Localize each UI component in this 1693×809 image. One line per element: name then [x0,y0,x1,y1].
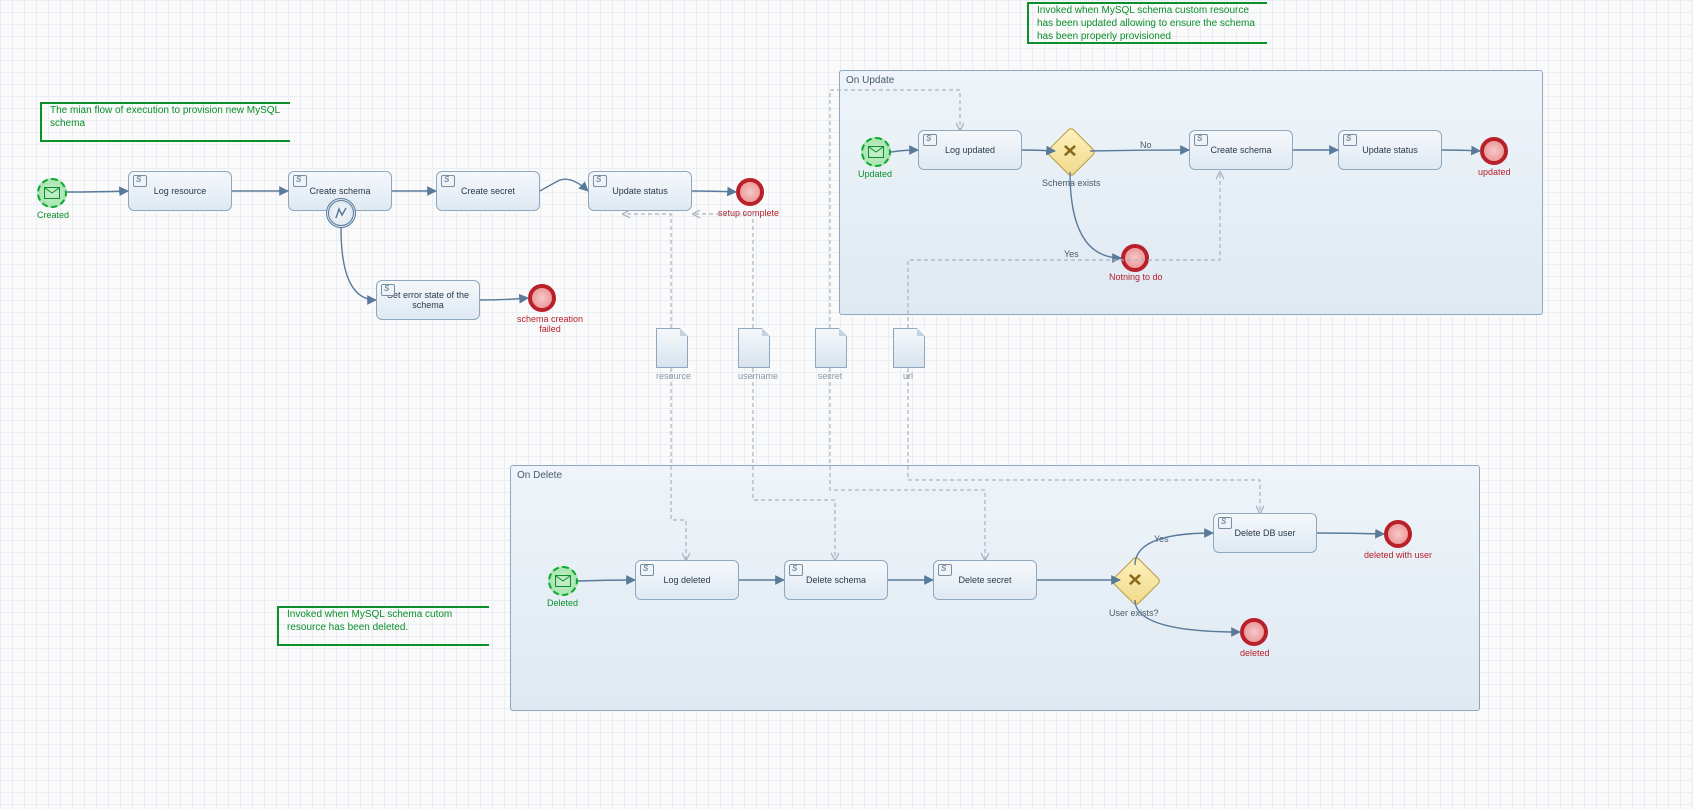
end-label: updated [1478,167,1511,177]
data-object-label: url [893,371,923,381]
task-label: Log deleted [663,575,710,585]
end-label: deleted with user [1364,550,1432,560]
data-object-label: resource [656,371,686,381]
task-create-secret[interactable]: Create secret [436,171,540,211]
task-log-resource[interactable]: Log resource [128,171,232,211]
annotation-main: The mian flow of execution to provision … [40,102,290,142]
data-object-resource[interactable]: resource [656,328,686,381]
task-label: Delete schema [806,575,866,585]
message-icon [44,187,60,199]
task-delete-db-user[interactable]: Delete DB user [1213,513,1317,553]
data-object-url[interactable]: url [893,328,923,381]
gateway-no-label: No [1140,140,1152,150]
pool-on-update[interactable]: On Update [839,70,1543,315]
message-icon [868,146,884,158]
task-label: Create schema [1210,145,1271,155]
task-label: Create schema [309,186,370,196]
bpmn-canvas[interactable]: On Update On Delete The mian flow of exe… [0,0,1693,809]
task-delete-schema[interactable]: Delete schema [784,560,888,600]
end-event-nothing[interactable] [1121,244,1149,272]
pool-title: On Update [846,75,894,86]
annotation-on-delete: Invoked when MySQL schema cutom resource… [277,606,489,646]
end-label: schema creation failed [510,314,590,334]
start-event-created[interactable] [37,178,67,208]
start-label: Updated [858,169,892,179]
data-object-label: secret [815,371,845,381]
gateway-yes-label: Yes [1154,534,1169,544]
task-create-schema-update[interactable]: Create schema [1189,130,1293,170]
start-event-deleted[interactable] [548,566,578,596]
end-label: Notning to do [1109,272,1163,282]
task-label: Log resource [154,186,207,196]
gateway-schema-exists[interactable]: × [1053,134,1087,168]
gateway-label: User exists? [1109,608,1159,618]
data-object-label: username [738,371,768,381]
start-event-updated[interactable] [861,137,891,167]
data-object-username[interactable]: username [738,328,768,381]
message-icon [555,575,571,587]
end-event-updated[interactable] [1480,137,1508,165]
boundary-error-event[interactable] [326,198,356,228]
task-label: Create secret [461,186,515,196]
end-event-deleted-with-user[interactable] [1384,520,1412,548]
task-log-deleted[interactable]: Log deleted [635,560,739,600]
gateway-label: Schema exists [1042,178,1101,188]
end-event-schema-failed[interactable] [528,284,556,312]
task-label: Set error state of the schema [381,290,475,310]
task-set-error[interactable]: Set error state of the schema [376,280,480,320]
end-label: deleted [1240,648,1270,658]
start-label: Deleted [547,598,578,608]
gateway-user-exists[interactable]: × [1118,563,1152,597]
task-log-updated[interactable]: Log updated [918,130,1022,170]
pool-title: On Delete [517,470,562,481]
task-label: Delete DB user [1234,528,1295,538]
task-update-status-update[interactable]: Update status [1338,130,1442,170]
task-label: Log updated [945,145,995,155]
gateway-yes-label: Yes [1064,249,1079,259]
task-label: Delete secret [958,575,1011,585]
end-label: setup complete [718,208,779,218]
error-icon [334,206,348,220]
start-label: Created [36,210,70,220]
task-label: Update status [612,186,668,196]
data-object-secret[interactable]: secret [815,328,845,381]
task-label: Update status [1362,145,1418,155]
end-event-deleted[interactable] [1240,618,1268,646]
annotation-on-update: Invoked when MySQL schema custom resourc… [1027,2,1267,44]
task-update-status-main[interactable]: Update status [588,171,692,211]
end-event-setup-complete[interactable] [736,178,764,206]
task-delete-secret[interactable]: Delete secret [933,560,1037,600]
